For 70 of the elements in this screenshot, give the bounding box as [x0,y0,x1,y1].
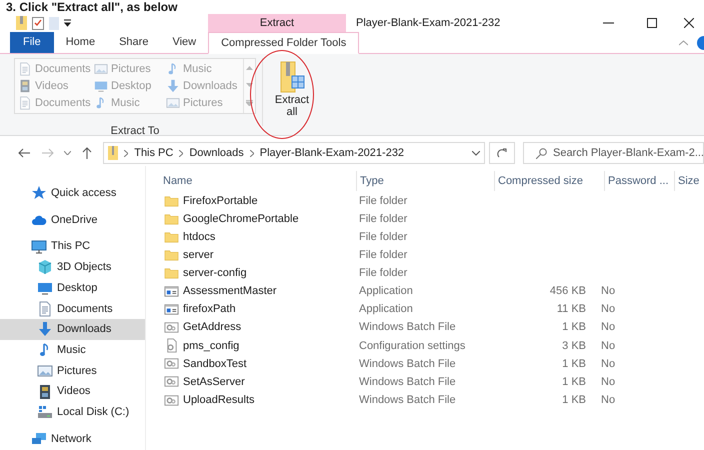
file-name: server-config [183,266,247,282]
file-type: File folder [359,249,408,262]
file-name: SandboxTest [183,356,247,372]
navigation-item[interactable]: Videos [0,381,145,402]
contextual-tab-header: Extract [208,14,346,32]
file-name: UploadResults [183,392,255,408]
password-protected: No [601,358,616,370]
file-name: FirefoxPortable [183,194,258,209]
navigation-item[interactable]: Local Disk (C:) [0,402,145,423]
breadcrumb-segment[interactable]: This PC [134,144,174,162]
file-type: Application [359,285,413,298]
file-type: Windows Batch File [359,394,456,406]
file-name: htdocs [183,230,216,245]
file-name: pms_config [183,338,240,354]
compressed-size: 1 KB [562,358,586,370]
ribbon-tab[interactable]: Share [107,32,160,53]
address-bar[interactable]: This PC Downloads Player-Blank-Exam-2021-232 [103,142,486,164]
file-name: server [183,248,214,264]
ribbon-tab[interactable]: View [160,32,208,53]
compressed-size: 1 KB [562,394,586,406]
password-protected: No [601,394,616,406]
file-name: AssessmentMaster [183,284,277,300]
compressed-size: 1 KB [562,376,586,388]
instruction-text: 3. Click "Extract all", as below [5,0,178,14]
navigation-item[interactable]: Pictures [0,360,145,382]
compressed-size: 1 KB [562,321,586,334]
navigation-item[interactable]: Downloads [0,319,145,340]
navigation-item[interactable]: Quick access [0,183,145,204]
compressed-size: 456 KB [550,285,586,298]
ribbon-tab[interactable]: Home [54,32,108,53]
column-header[interactable]: Compressed size [495,171,605,191]
breadcrumb-segment[interactable]: Downloads [189,144,244,162]
password-protected: No [601,321,616,334]
file-type: File folder [359,194,408,207]
ribbon-tab[interactable]: File [10,32,54,53]
navigation-item[interactable]: Documents [0,298,145,320]
navigation-item[interactable]: This PC [0,236,145,258]
file-type: Application [359,303,413,316]
breadcrumb-segment[interactable]: Player-Blank-Exam-2021-232 [260,144,404,162]
group-label: Extract To [110,124,160,139]
navigation-item[interactable]: OneDrive [0,210,145,230]
password-protected: No [601,285,616,298]
search-field[interactable]: Search Player-Blank-Exam-2... [522,142,704,164]
navigation-item[interactable]: Desktop [0,278,145,298]
column-header[interactable]: Type [357,171,495,191]
compressed-size: 11 KB [556,303,586,316]
column-header[interactable]: Name [160,171,357,191]
navigation-item[interactable]: Music [0,340,145,360]
navigation-item[interactable]: Network [0,428,145,450]
compressed-size: 3 KB [562,340,586,352]
file-name: SetAsServer [183,374,245,390]
file-type: File folder [359,267,408,280]
file-type: Windows Batch File [359,358,456,370]
file-type: Configuration settings [359,340,466,352]
file-type: File folder [359,212,408,225]
ribbon-tab[interactable]: Compressed Folder Tools [208,32,360,54]
file-name: GoogleChromePortable [183,212,299,227]
column-header[interactable]: Size [675,171,704,191]
extract-all-button[interactable]: Extract all [269,58,315,135]
file-name: firefoxPath [183,302,236,318]
window-title: Player-Blank-Exam-2021-232 [356,16,500,31]
password-protected: No [601,303,616,316]
navigation-item[interactable]: 3D Objects [0,257,145,278]
file-name: GetAddress [183,320,242,336]
password-protected: No [601,376,616,388]
column-header[interactable]: Password ... [605,171,675,191]
file-type: Windows Batch File [359,321,456,334]
file-type: File folder [359,230,408,243]
file-type: Windows Batch File [359,376,456,388]
password-protected: No [601,340,616,352]
